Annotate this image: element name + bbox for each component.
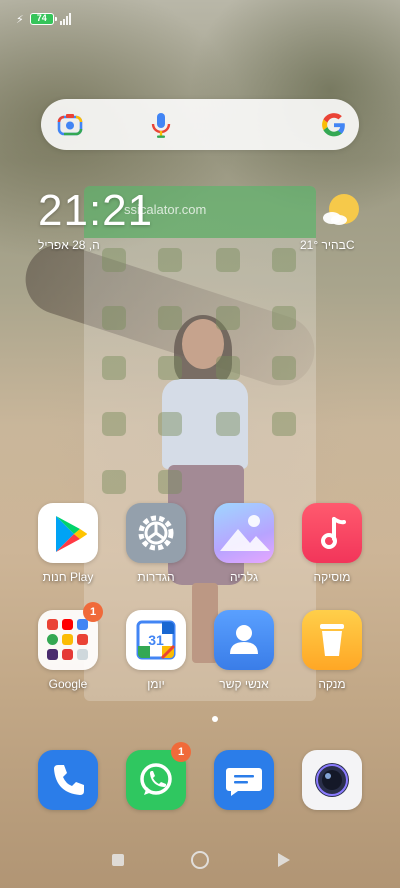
app-label: אנשי קשר <box>219 677 269 691</box>
battery-level: 74 <box>36 13 47 23</box>
app-music[interactable]: מוסיקה <box>292 503 372 584</box>
contacts-icon[interactable] <box>214 610 274 670</box>
music-icon[interactable] <box>302 503 362 563</box>
charging-icon: ⚡ <box>16 13 24 26</box>
battery-icon: 74 <box>29 13 57 25</box>
app-contacts[interactable]: אנשי קשר <box>204 610 284 691</box>
google-logo-icon[interactable] <box>321 111 347 139</box>
dock-phone[interactable] <box>28 750 108 810</box>
cleaner-icon[interactable] <box>302 610 362 670</box>
weather-readout[interactable]: בהיר 21°C <box>300 238 354 252</box>
clock-time[interactable]: 21:21 <box>38 186 153 236</box>
signal-icon <box>59 13 71 25</box>
app-label: Google <box>48 677 88 691</box>
microphone-icon[interactable] <box>149 111 173 139</box>
app-settings[interactable]: הגדרות <box>116 503 196 584</box>
phone-icon[interactable] <box>38 750 98 810</box>
weather-condition: בהיר <box>321 238 346 252</box>
calendar-icon[interactable]: 31 <box>126 610 186 670</box>
partly-sunny-icon[interactable] <box>322 191 362 231</box>
settings-gear-icon[interactable] <box>126 503 186 563</box>
notification-badge: 1 <box>171 742 191 762</box>
page-indicator[interactable] <box>212 716 218 722</box>
play-store-icon[interactable] <box>38 503 98 563</box>
app-label: חנות Play <box>42 570 94 584</box>
google-lens-icon[interactable] <box>57 112 83 138</box>
clock-date: ה, 28 אפריל <box>38 238 100 252</box>
gallery-icon[interactable] <box>214 503 274 563</box>
app-folder-google[interactable]: 1 Google <box>28 602 108 691</box>
app-label: גלריה <box>229 570 259 584</box>
dock-whatsapp[interactable]: 1 <box>116 742 196 810</box>
app-calendar[interactable]: 31 יומן <box>116 610 196 691</box>
messages-icon[interactable] <box>214 750 274 810</box>
dock-camera[interactable] <box>292 750 372 810</box>
app-label: מנקה <box>318 677 346 691</box>
back-button[interactable] <box>278 853 290 867</box>
status-bar: ⚡ 74 <box>16 10 71 28</box>
app-label: הגדרות <box>137 570 175 584</box>
google-search-widget[interactable] <box>41 99 359 150</box>
camera-icon[interactable] <box>302 750 362 810</box>
calendar-day: 31 <box>148 632 164 648</box>
home-button[interactable] <box>191 851 209 869</box>
notification-badge: 1 <box>83 602 103 622</box>
app-gallery[interactable]: גלריה <box>204 503 284 584</box>
recent-apps-button[interactable] <box>112 854 124 866</box>
app-play-store[interactable]: חנות Play <box>28 503 108 584</box>
dock-messages[interactable] <box>204 750 284 810</box>
app-label: מוסיקה <box>313 570 351 584</box>
app-label: יומן <box>147 677 165 691</box>
app-cleaner[interactable]: מנקה <box>292 610 372 691</box>
